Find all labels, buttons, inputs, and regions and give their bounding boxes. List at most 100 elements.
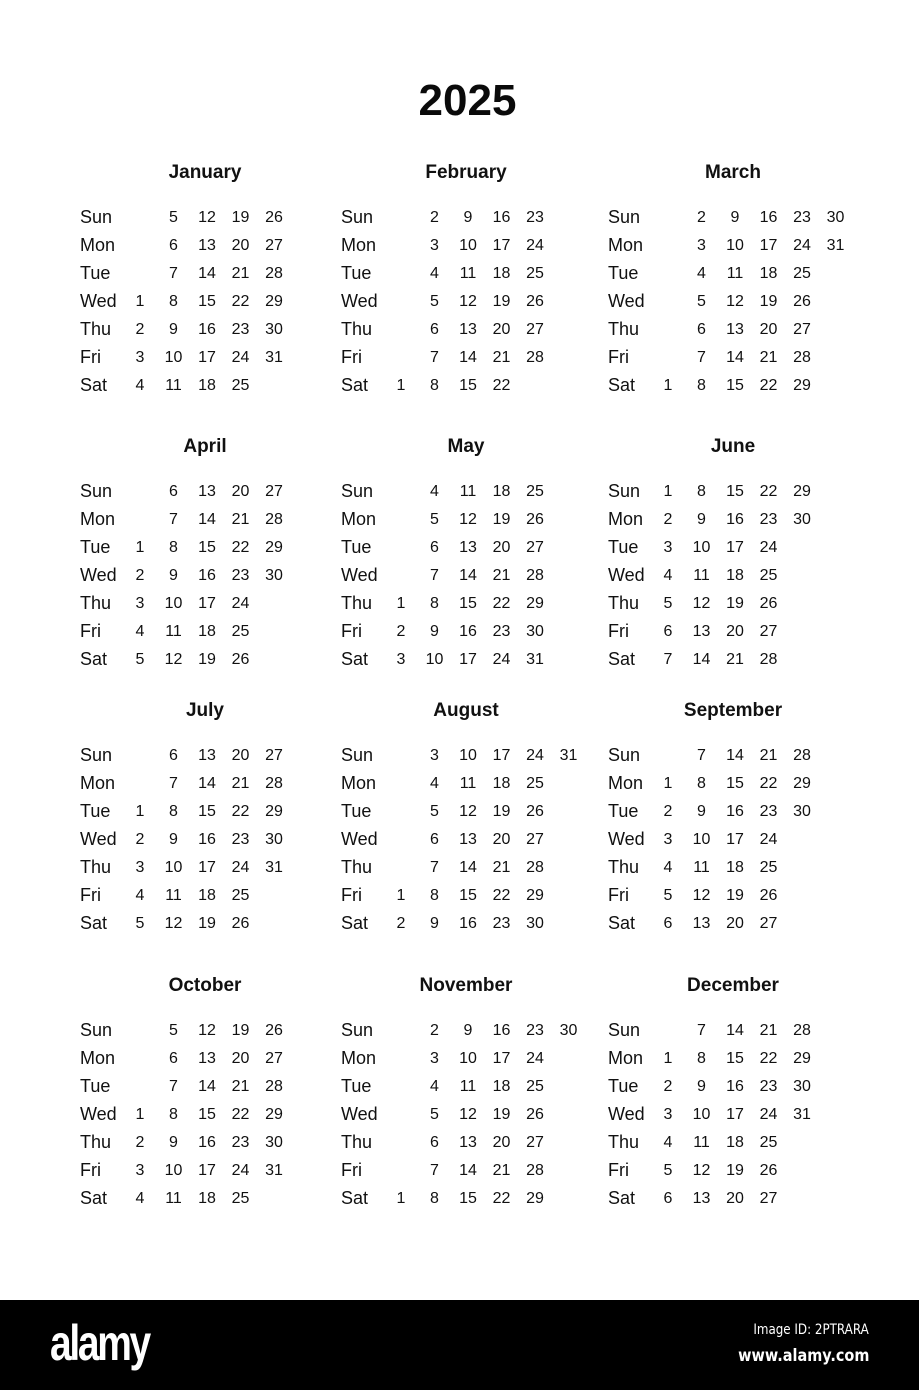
date-cell: 28 <box>793 1022 811 1039</box>
date-cell: 13 <box>198 237 216 254</box>
date-cell: 30 <box>793 511 811 528</box>
date-cell: 11 <box>693 1134 710 1151</box>
date-cell: 21 <box>726 651 744 668</box>
weekday-label: Tue <box>80 1076 111 1096</box>
date-cell: 16 <box>726 1078 744 1095</box>
date-cell: 3 <box>430 1050 439 1067</box>
date-cell: 13 <box>198 1050 216 1067</box>
date-cell: 3 <box>663 539 673 556</box>
date-cell: 20 <box>726 623 744 640</box>
date-cell: 3 <box>135 349 145 366</box>
month-name: April <box>183 436 227 457</box>
date-cell: 24 <box>526 747 544 764</box>
date-cell: 4 <box>135 887 145 904</box>
date-cell: 3 <box>135 859 145 876</box>
date-cell: 18 <box>198 623 216 640</box>
date-cell: 10 <box>459 747 477 764</box>
weekday-label: Wed <box>80 1104 117 1124</box>
weekday-label: Fri <box>341 347 362 367</box>
weekday-label: Fri <box>608 1160 629 1180</box>
date-cell: 2 <box>430 209 439 226</box>
date-cell: 22 <box>759 1050 778 1067</box>
date-cell: 13 <box>198 747 216 764</box>
date-cell: 29 <box>526 1190 544 1207</box>
date-cell: 23 <box>526 1022 544 1039</box>
date-cell: 22 <box>759 775 778 792</box>
date-cell: 20 <box>231 747 250 764</box>
date-cell: 1 <box>135 293 145 310</box>
date-cell: 25 <box>526 1078 544 1095</box>
date-cell: 21 <box>492 349 511 366</box>
date-cell: 25 <box>231 377 250 394</box>
weekday-label: Fri <box>80 1160 101 1180</box>
date-cell: 11 <box>165 623 182 640</box>
date-cell: 10 <box>459 1050 477 1067</box>
weekday-label: Sun <box>608 745 641 765</box>
date-cell: 19 <box>231 1022 250 1039</box>
date-cell: 14 <box>198 265 216 282</box>
weekday-label: Mon <box>80 509 116 529</box>
date-cell: 30 <box>826 209 845 226</box>
date-cell: 26 <box>526 511 544 528</box>
date-cell: 6 <box>169 1050 178 1067</box>
date-cell: 23 <box>492 623 511 640</box>
date-cell: 15 <box>459 1190 477 1207</box>
date-cell: 23 <box>231 567 250 584</box>
date-cell: 18 <box>198 377 216 394</box>
date-cell: 9 <box>463 1022 473 1039</box>
date-cell: 13 <box>692 623 711 640</box>
date-cell: 13 <box>459 321 477 338</box>
month-june: June Sun Mon Tue Wed Thu Fri Sat 1 2 3 4 5 6 7 8 9 10 11 12… <box>608 436 888 686</box>
month-february: February Sun Mon Tue Wed Thu Fri Sat 1 2 3 4 5 6 7 8 9 10… <box>341 162 621 412</box>
weekday-label: Tue <box>341 1076 372 1096</box>
date-cell: 6 <box>169 237 178 254</box>
date-cell: 21 <box>231 511 250 528</box>
date-cell: 17 <box>459 651 477 668</box>
date-cell: 2 <box>430 1022 439 1039</box>
date-cell: 29 <box>265 293 283 310</box>
date-cell: 2 <box>396 623 406 640</box>
date-cell: 5 <box>430 803 439 820</box>
date-cell: 10 <box>726 237 744 254</box>
weekday-label: Sat <box>341 375 369 395</box>
date-cell: 21 <box>231 775 250 792</box>
date-cell: 23 <box>526 209 544 226</box>
date-cell: 5 <box>430 1106 439 1123</box>
date-cell: 15 <box>726 483 744 500</box>
date-cell: 9 <box>430 915 439 932</box>
date-cell: 15 <box>459 595 477 612</box>
date-cell: 12 <box>164 915 183 932</box>
date-cell: 10 <box>164 595 183 612</box>
date-cell: 28 <box>265 511 283 528</box>
date-cell: 9 <box>169 831 178 848</box>
weekday-label: Thu <box>608 319 640 339</box>
date-cell: 9 <box>430 623 439 640</box>
weekday-label: Sat <box>341 913 369 933</box>
date-cell: 26 <box>759 1162 778 1179</box>
date-cell: 22 <box>759 483 778 500</box>
date-cell: 1 <box>396 1190 406 1207</box>
date-cell: 4 <box>135 623 145 640</box>
weekday-label: Sun <box>80 1020 113 1040</box>
date-cell: 2 <box>135 321 145 338</box>
weekday-label: Thu <box>80 319 112 339</box>
date-cell: 19 <box>726 887 744 904</box>
date-cell: 16 <box>726 803 744 820</box>
weekday-label: Fri <box>608 347 629 367</box>
date-cell: 8 <box>697 483 706 500</box>
date-cell: 13 <box>459 1134 477 1151</box>
date-cell: 3 <box>663 831 673 848</box>
date-cell: 19 <box>492 1106 511 1123</box>
date-cell: 3 <box>663 1106 673 1123</box>
date-cell: 17 <box>198 1162 216 1179</box>
date-cell: 11 <box>459 775 477 792</box>
date-cell: 30 <box>265 567 283 584</box>
date-cell: 9 <box>169 567 178 584</box>
date-cell: 26 <box>231 651 250 668</box>
date-cell: 15 <box>459 377 477 394</box>
date-cell: 14 <box>459 1162 477 1179</box>
alamy-logo: alamy <box>50 1315 151 1371</box>
date-cell: 21 <box>492 859 511 876</box>
date-cell: 25 <box>231 887 250 904</box>
date-cell: 5 <box>663 887 673 904</box>
